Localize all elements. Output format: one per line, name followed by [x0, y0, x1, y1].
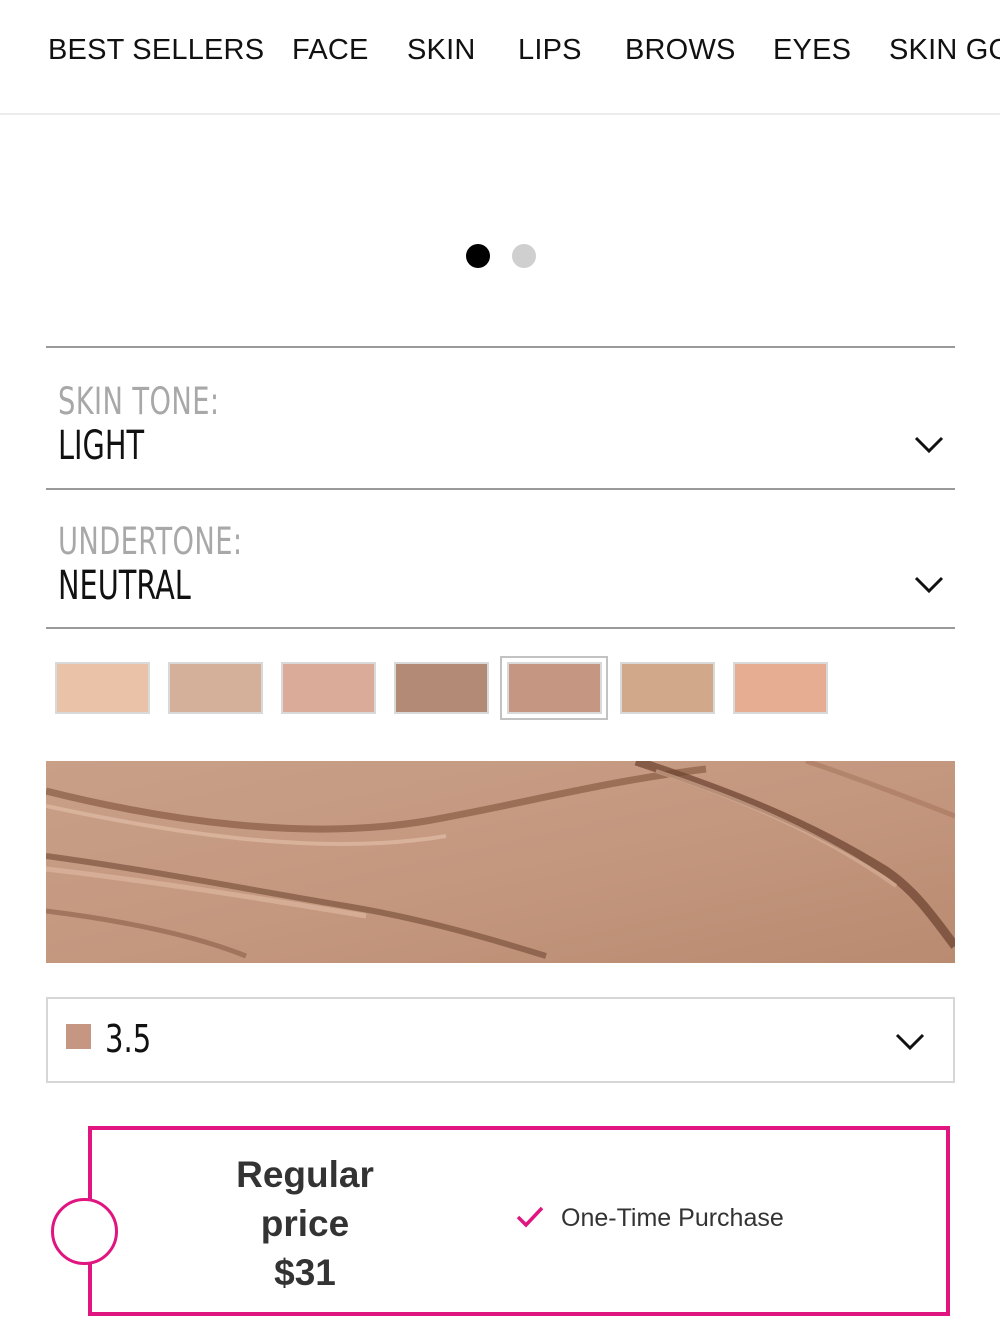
skin-tone-value: LIGHT: [58, 423, 145, 469]
undertone-value: NEUTRAL: [58, 563, 191, 609]
undertone-selector[interactable]: UNDERTONE: NEUTRAL: [46, 488, 955, 628]
nav-item-best-sellers[interactable]: BEST SELLERS: [48, 34, 264, 67]
shade-swatch-2[interactable]: [168, 662, 263, 714]
chevron-down-icon: [914, 436, 944, 454]
price-amount: $31: [274, 1252, 336, 1293]
shade-swatch-5[interactable]: [507, 662, 602, 714]
nav-item-eyes[interactable]: EYES: [773, 34, 851, 67]
price-label-line2: price: [260, 1203, 350, 1244]
shade-swatch-4[interactable]: [394, 662, 489, 714]
nav-item-face[interactable]: FACE: [292, 34, 369, 67]
product-texture-image: [46, 761, 955, 963]
purchase-radio-button[interactable]: [51, 1198, 118, 1265]
chevron-down-icon: [914, 576, 944, 594]
carousel-dot-1[interactable]: [466, 244, 490, 268]
chevron-down-icon: [895, 1033, 925, 1051]
nav-item-skin-go[interactable]: SKIN GO: [889, 34, 1000, 67]
shade-swatch-7[interactable]: [733, 662, 828, 714]
skin-tone-label: SKIN TONE:: [58, 380, 220, 423]
shade-swatch-6[interactable]: [620, 662, 715, 714]
checkmark-icon: [516, 1206, 544, 1228]
undertone-label: UNDERTONE:: [58, 520, 243, 563]
shade-swatch-3[interactable]: [281, 662, 376, 714]
shade-swatch-1[interactable]: [55, 662, 150, 714]
nav-item-lips[interactable]: LIPS: [518, 34, 582, 67]
shade-value: 3.5: [105, 1017, 152, 1061]
carousel-dot-2[interactable]: [512, 244, 536, 268]
regular-price: Regular price $31: [200, 1150, 410, 1297]
skin-tone-selector[interactable]: SKIN TONE: LIGHT: [46, 346, 955, 488]
price-label-line1: Regular: [236, 1154, 374, 1195]
shade-dropdown[interactable]: 3.5: [46, 997, 955, 1083]
one-time-purchase-label: One-Time Purchase: [561, 1204, 784, 1232]
category-nav: BEST SELLERS FACE SKIN LIPS BROWS EYES S…: [0, 0, 1000, 115]
foundation-swatch-texture: [46, 761, 955, 963]
shade-color-chip: [66, 1024, 91, 1049]
nav-item-brows[interactable]: BROWS: [625, 34, 736, 67]
nav-item-skin[interactable]: SKIN: [407, 34, 476, 67]
divider: [46, 627, 955, 629]
